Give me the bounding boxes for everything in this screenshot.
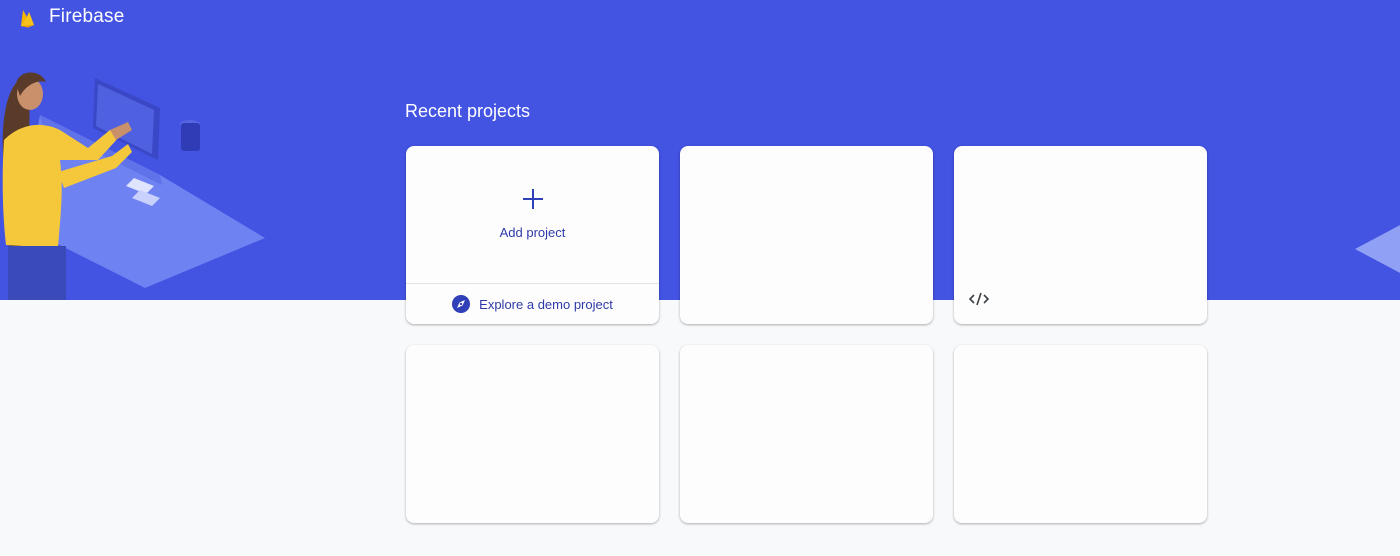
- developer-illustration: [2, 72, 265, 300]
- project-card[interactable]: [680, 345, 933, 523]
- top-bar: Firebase: [18, 6, 125, 28]
- code-icon: [969, 292, 989, 306]
- project-card[interactable]: [406, 345, 659, 523]
- project-card[interactable]: [954, 146, 1207, 324]
- add-project-card[interactable]: Add project Explore a demo project: [406, 146, 659, 324]
- add-project-button[interactable]: Add project: [406, 146, 659, 283]
- decorative-shape-right: [1355, 225, 1400, 273]
- add-project-label: Add project: [499, 225, 566, 240]
- project-card[interactable]: [680, 146, 933, 324]
- firebase-console-page: Firebase Recent projects Add project Exp…: [0, 0, 1400, 556]
- plus-icon: [522, 189, 543, 209]
- compass-icon: [452, 295, 471, 313]
- demo-link-label: Explore a demo project: [479, 296, 613, 312]
- project-card[interactable]: [954, 345, 1207, 523]
- recent-projects-title: Recent projects: [405, 101, 531, 121]
- explore-demo-project-link[interactable]: Explore a demo project: [406, 284, 659, 324]
- brand-name[interactable]: Firebase: [49, 6, 125, 28]
- firebase-logo-icon[interactable]: [18, 6, 38, 28]
